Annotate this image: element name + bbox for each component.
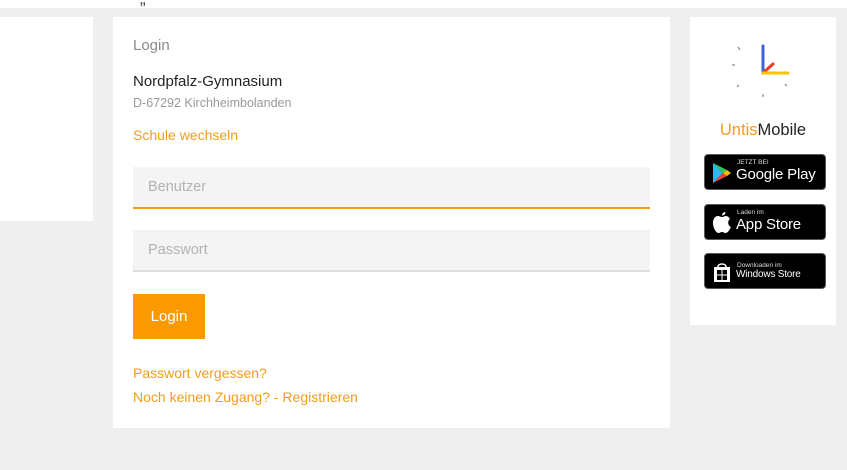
app-store-badge[interactable]: Laden im App Store — [704, 204, 826, 240]
app-store-label: App Store — [736, 216, 801, 233]
google-play-small: JETZT BEI — [737, 159, 769, 166]
windows-store-small: Downloaden im — [737, 262, 782, 269]
app-store-small: Laden im — [737, 209, 764, 216]
login-button[interactable]: Login — [133, 294, 205, 339]
top-strip: „ — [0, 0, 847, 8]
forgot-password-link[interactable]: Passwort vergessen? — [133, 365, 267, 381]
windows-store-label: Windows Store — [736, 269, 801, 280]
app-download-panel: UntisMobile JETZT BEI Google Play Laden … — [690, 17, 836, 325]
windows-store-badge[interactable]: Downloaden im Windows Store — [704, 253, 826, 289]
apple-icon — [713, 212, 731, 233]
register-link[interactable]: Noch keinen Zugang? - Registrieren — [133, 389, 358, 405]
untis-logo-icon — [732, 44, 790, 97]
brand-untis: Untis — [719, 121, 758, 139]
switch-school-link[interactable]: Schule wechseln — [133, 127, 238, 143]
windows-store-icon — [714, 263, 730, 282]
google-play-badge[interactable]: JETZT BEI Google Play — [704, 154, 826, 190]
left-panel — [0, 17, 93, 221]
untis-mobile-brand: UntisMobile — [690, 121, 836, 140]
google-play-label: Google Play — [736, 166, 816, 183]
login-card: Login Nordpfalz-Gymnasium D-67292 Kirchh… — [113, 17, 670, 428]
password-input[interactable] — [133, 230, 650, 272]
brand-mobile: Mobile — [757, 121, 807, 139]
school-name: Nordpfalz-Gymnasium — [133, 73, 283, 90]
google-play-icon — [713, 163, 731, 183]
top-strip-text: „ — [140, 0, 146, 8]
school-address: D-67292 Kirchheimbolanden — [133, 96, 292, 110]
login-title: Login — [133, 37, 170, 54]
username-input[interactable] — [133, 167, 650, 209]
